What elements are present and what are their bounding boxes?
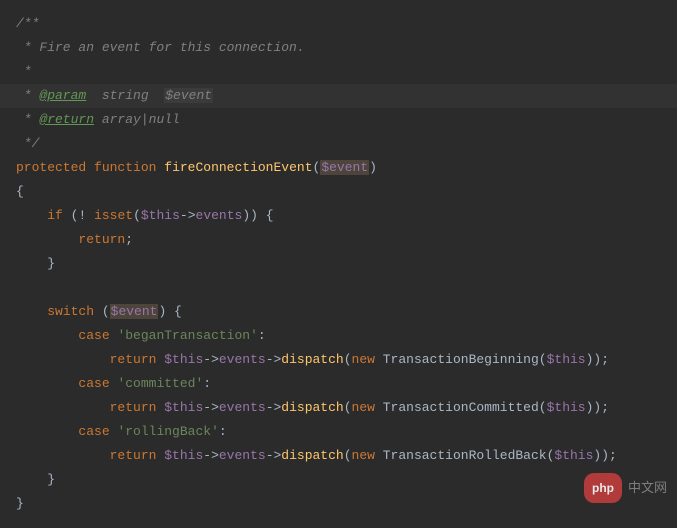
brace-close: }: [16, 492, 661, 516]
doc-open: /**: [16, 12, 661, 36]
case2-return: return $this->events->dispatch(new Trans…: [16, 396, 661, 420]
switch-line: switch ($event) {: [16, 300, 661, 324]
if-close: }: [16, 252, 661, 276]
case1: case 'beganTransaction':: [16, 324, 661, 348]
if-line: if (! isset($this->events)) {: [16, 204, 661, 228]
doc-desc: * Fire an event for this connection.: [16, 36, 661, 60]
blank-line: [16, 276, 661, 300]
case3: case 'rollingBack':: [16, 420, 661, 444]
case2: case 'committed':: [16, 372, 661, 396]
switch-close: }: [16, 468, 661, 492]
case1-return: return $this->events->dispatch(new Trans…: [16, 348, 661, 372]
doc-param: * @param string $event: [16, 84, 661, 108]
fn-signature: protected function fireConnectionEvent($…: [16, 156, 661, 180]
brace-open: {: [16, 180, 661, 204]
doc-close: */: [16, 132, 661, 156]
doc-blank: *: [16, 60, 661, 84]
doc-return: * @return array|null: [16, 108, 661, 132]
return-line: return;: [16, 228, 661, 252]
case3-return: return $this->events->dispatch(new Trans…: [16, 444, 661, 468]
code-editor: /** * Fire an event for this connection.…: [0, 0, 677, 528]
